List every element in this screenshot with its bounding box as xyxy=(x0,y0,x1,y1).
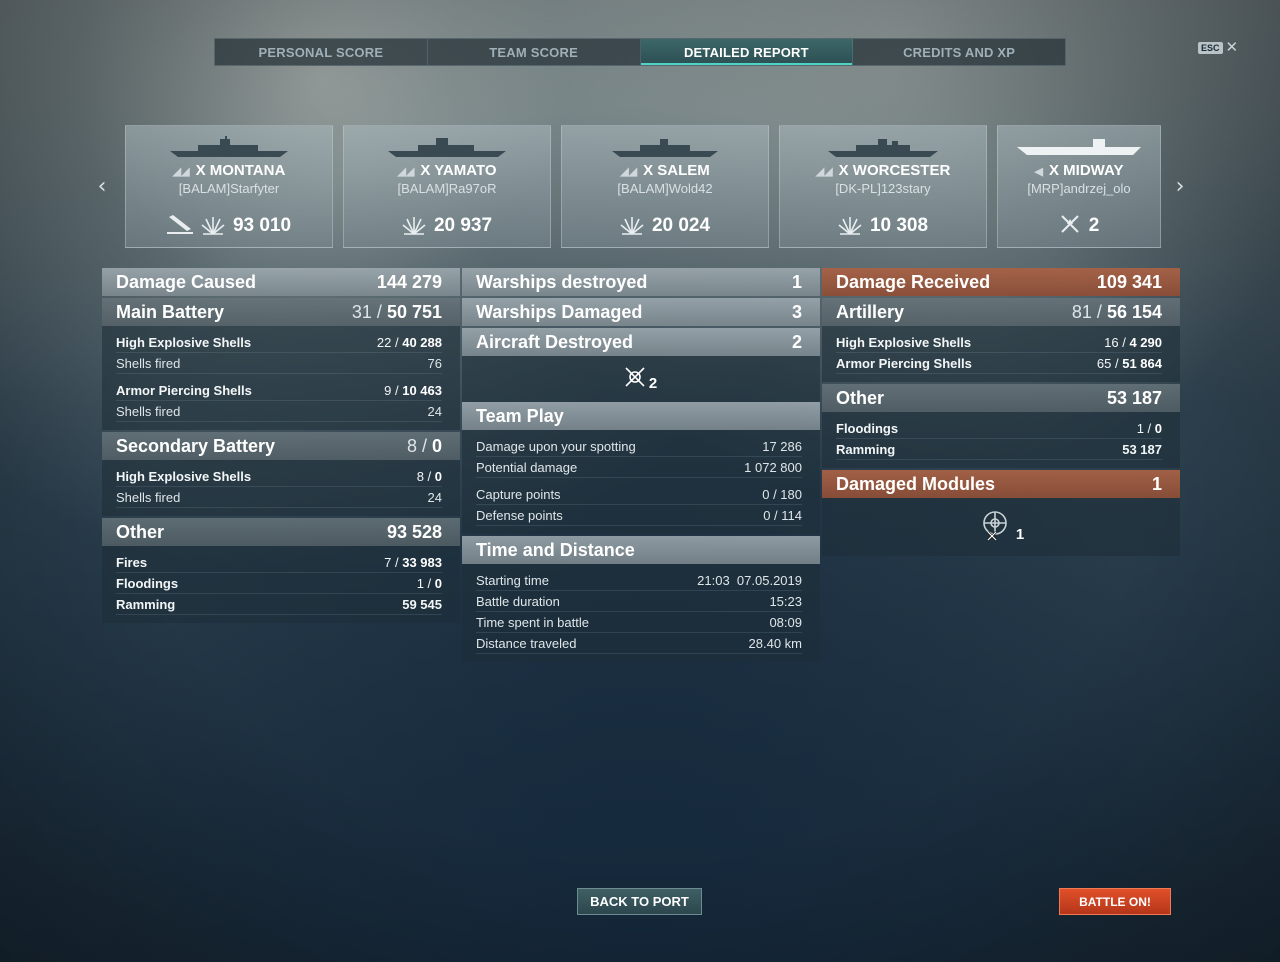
player-name: [BALAM]Starfyter xyxy=(178,181,280,196)
ship-class-icon: ◢◢ xyxy=(620,166,638,178)
floodings-received-row: Floodings 1 / 0 xyxy=(836,418,1162,439)
artillery-header: Artillery 81 / 56 154 xyxy=(822,298,1180,326)
battleship-silhouette-icon xyxy=(344,136,550,162)
damage-icon xyxy=(838,213,862,239)
spotting-damage-row: Damage upon your spotting 17 286 xyxy=(476,436,802,457)
damage-icon xyxy=(620,213,644,239)
time-distance-body: Starting time 21:03 07.05.2019 Battle dur… xyxy=(462,564,820,662)
secondary-he-row: High Explosive Shells 8 / 0 xyxy=(116,466,442,487)
ship-name: ◢◢ X MONTANA xyxy=(172,162,286,179)
tab-personal-score[interactable]: PERSONAL SCORE xyxy=(215,39,428,65)
tab-bar: PERSONAL SCORE TEAM SCORE DETAILED REPOR… xyxy=(214,38,1066,66)
player-name: [MRP]andrzej_olo xyxy=(1027,181,1131,196)
main-battery-header: Main Battery 31 / 50 751 xyxy=(102,298,460,326)
ship-card[interactable]: ◀ X MIDWAY [MRP]andrzej_olo 2 xyxy=(997,125,1161,248)
tab-detailed-report[interactable]: DETAILED REPORT xyxy=(640,39,854,65)
ship-class-icon: ◢◢ xyxy=(397,166,415,178)
ship-damage-value: 93 010 xyxy=(232,215,292,236)
other-received-header: Other 53 187 xyxy=(822,384,1180,412)
main-ap-fired-row: Shells fired 24 xyxy=(116,401,442,422)
potential-damage-row: Potential damage 1 072 800 xyxy=(476,457,802,478)
main-ap-row: Armor Piercing Shells 9 / 10 463 xyxy=(116,380,442,401)
artillery-body: High Explosive Shells 16 / 4 290 Armor Pi… xyxy=(822,326,1180,382)
ship-class-icon: ◢◢ xyxy=(172,166,190,178)
ship-name: ◢◢ X WORCESTER xyxy=(815,162,951,179)
other-received-body: Floodings 1 / 0 Ramming 53 187 xyxy=(822,412,1180,468)
ramming-received-row: Ramming 53 187 xyxy=(836,439,1162,460)
close-icon: ✕ xyxy=(1225,39,1239,56)
aircraft-destroyed-detail: 2 xyxy=(462,356,820,402)
damage-icon xyxy=(201,213,225,239)
ship-name: ◀ X MIDWAY xyxy=(1034,162,1124,179)
defense-points-row: Defense points 0 / 114 xyxy=(476,505,802,526)
cruiser-silhouette-icon xyxy=(562,136,768,162)
damage-caused-header: Damage Caused 144 279 xyxy=(102,268,460,296)
other-caused-header: Other 93 528 xyxy=(102,518,460,546)
capture-points-row: Capture points 0 / 180 xyxy=(476,484,802,505)
esc-key-label: ESC xyxy=(1198,42,1223,54)
tab-credits-xp[interactable]: CREDITS AND XP xyxy=(853,39,1065,65)
ship-class-icon: ◢◢ xyxy=(815,166,833,178)
secondary-he-fired-row: Shells fired 24 xyxy=(116,487,442,508)
received-he-row: High Explosive Shells 16 / 4 290 xyxy=(836,332,1162,353)
ship-card[interactable]: ◢◢ X WORCESTER [DK-PL]123stary 10 308 xyxy=(779,125,987,248)
esc-close-button[interactable]: ESC ✕ xyxy=(1198,39,1239,56)
ramming-caused-row: Ramming 59 545 xyxy=(116,594,442,615)
ship-damage-value: 20 937 xyxy=(433,215,493,236)
battle-duration-row: Battle duration 15:23 xyxy=(476,591,802,612)
aircraft-destroyed-row: Aircraft Destroyed 2 xyxy=(462,328,820,356)
starting-time-row: Starting time 21:03 07.05.2019 xyxy=(476,570,802,591)
carousel-next-button[interactable]: › xyxy=(1170,174,1190,199)
battle-on-button[interactable]: BATTLE ON! xyxy=(1059,888,1171,915)
damage-received-header: Damage Received 109 341 xyxy=(822,268,1180,296)
damage-icon xyxy=(402,213,426,239)
ship-damage-value: 10 308 xyxy=(869,215,929,236)
carrier-silhouette-icon xyxy=(998,136,1160,162)
main-he-row: High Explosive Shells 22 / 40 288 xyxy=(116,332,442,353)
plane-shot-icon xyxy=(1059,213,1081,239)
sunk-ship-icon xyxy=(166,213,193,239)
ship-name: ◢◢ X SALEM xyxy=(620,162,710,179)
ship-class-icon: ◀ xyxy=(1034,166,1043,178)
damage-received-panel: Damage Received 109 341 Artillery 81 / 56… xyxy=(822,268,1180,556)
fires-row: Fires 7 / 33 983 xyxy=(116,552,442,573)
main-battery-body: High Explosive Shells 22 / 40 288 Shells … xyxy=(102,326,460,430)
ship-name: ◢◢ X YAMATO xyxy=(397,162,497,179)
player-name: [DK-PL]123stary xyxy=(835,181,931,196)
cruiser-silhouette-icon xyxy=(780,136,986,162)
player-name: [BALAM]Wold42 xyxy=(617,181,713,196)
damaged-modules-detail: 1 xyxy=(822,498,1180,556)
steering-gear-icon xyxy=(978,508,1012,546)
damage-caused-panel: Damage Caused 144 279 Main Battery 31 / 5… xyxy=(102,268,460,623)
warships-damaged-row: Warships Damaged 3 xyxy=(462,298,820,326)
time-distance-header: Time and Distance xyxy=(462,536,820,564)
warships-destroyed-row: Warships destroyed 1 xyxy=(462,268,820,296)
secondary-battery-body: High Explosive Shells 8 / 0 Shells fired 2… xyxy=(102,460,460,516)
player-name: [BALAM]Ra97oR xyxy=(397,181,497,196)
ship-damage-value: 20 024 xyxy=(651,215,711,236)
ship-planes-value: 2 xyxy=(1088,215,1100,236)
ship-card[interactable]: ◢◢ X SALEM [BALAM]Wold42 20 024 xyxy=(561,125,769,248)
ship-card[interactable]: ◢◢ X YAMATO [BALAM]Ra97oR 20 937 xyxy=(343,125,551,248)
floodings-caused-row: Floodings 1 / 0 xyxy=(116,573,442,594)
combat-summary-panel: Warships destroyed 1 Warships Damaged 3 Ai… xyxy=(462,268,820,662)
secondary-battery-header: Secondary Battery 8 / 0 xyxy=(102,432,460,460)
back-to-port-button[interactable]: BACK TO PORT xyxy=(577,888,702,915)
distance-traveled-row: Distance traveled 28.40 km xyxy=(476,633,802,654)
team-play-body: Damage upon your spotting 17 286 Potentia… xyxy=(462,430,820,534)
damaged-modules-header: Damaged Modules 1 xyxy=(822,470,1180,498)
main-he-fired-row: Shells fired 76 xyxy=(116,353,442,374)
battleship-silhouette-icon xyxy=(126,136,332,162)
received-ap-row: Armor Piercing Shells 65 / 51 864 xyxy=(836,353,1162,374)
team-play-header: Team Play xyxy=(462,402,820,430)
carousel-prev-button[interactable]: ‹ xyxy=(92,174,112,199)
time-in-battle-row: Time spent in battle 08:09 xyxy=(476,612,802,633)
other-caused-body: Fires 7 / 33 983 Floodings 1 / 0 Ramming 59… xyxy=(102,546,460,623)
tab-team-score[interactable]: TEAM SCORE xyxy=(428,39,641,65)
aircraft-shot-down-icon xyxy=(625,367,645,391)
ship-card[interactable]: ◢◢ X MONTANA [BALAM]Starfyter 93 010 xyxy=(125,125,333,248)
